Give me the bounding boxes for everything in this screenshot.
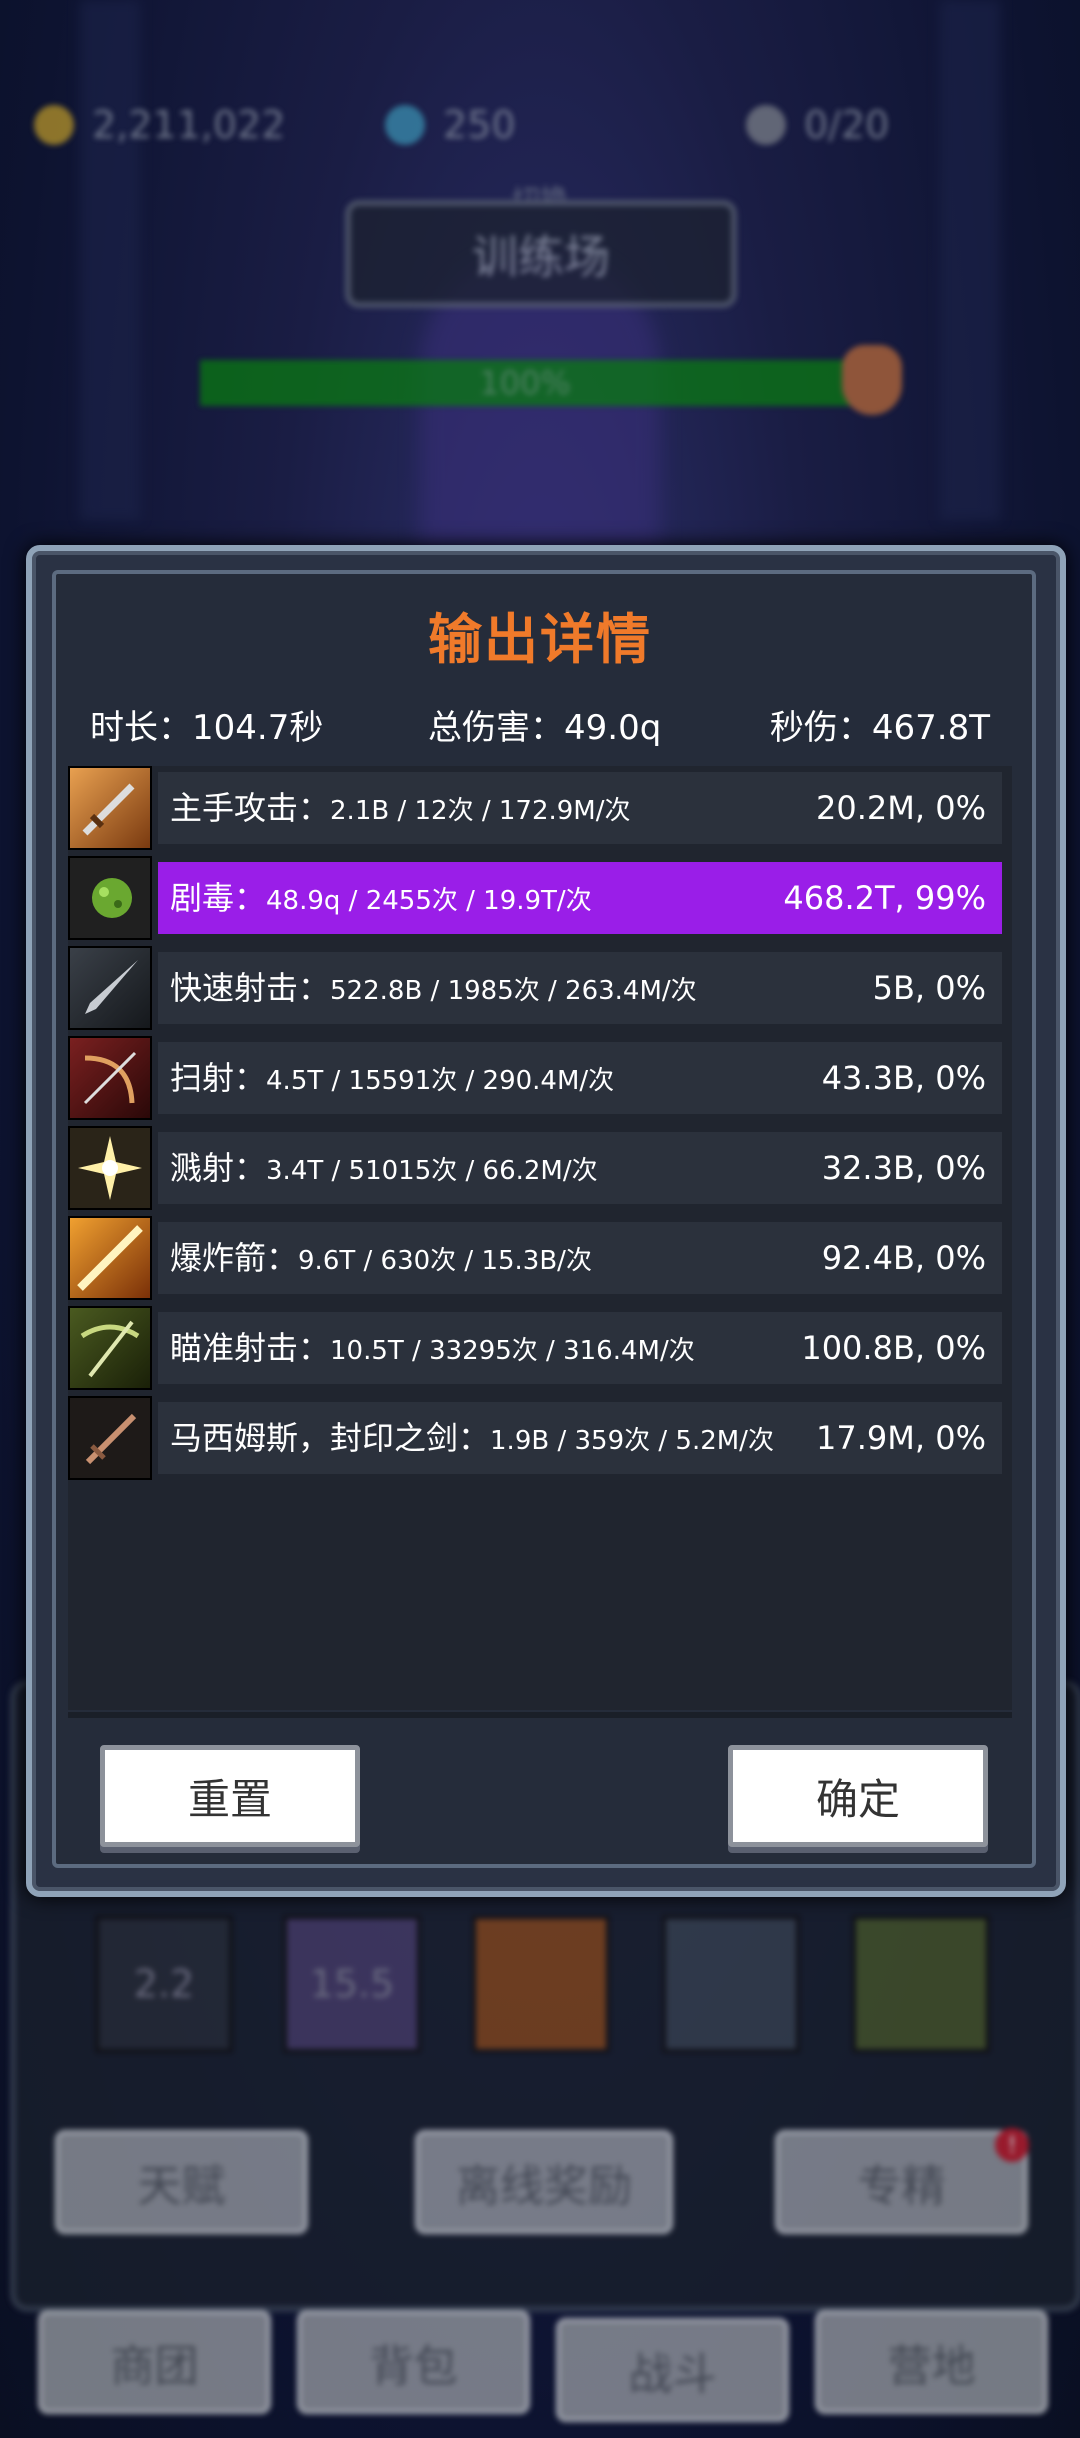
sword-icon: [68, 766, 152, 850]
list-item: 爆炸箭：9.6T / 630次 / 15.3B/次 92.4B, 0%: [68, 1216, 1002, 1300]
total-damage-stat: 总伤害：49.0q: [428, 708, 662, 748]
gem-icon: [385, 105, 425, 145]
key-counter: 0/20: [746, 90, 889, 160]
list-item: 溅射：3.4T / 51015次 / 66.2M/次 32.3B, 0%: [68, 1126, 1002, 1210]
nav-backpack[interactable]: 背包: [297, 2310, 530, 2414]
specialize-button[interactable]: 专精: [775, 2130, 1028, 2234]
skill-slot-5[interactable]: [852, 1915, 990, 2053]
poison-icon: [68, 856, 152, 940]
reset-button[interactable]: 重置: [100, 1745, 360, 1847]
skill-slot-1[interactable]: 2.2: [95, 1915, 233, 2053]
burst-icon: [68, 1126, 152, 1210]
notification-badge: !: [995, 2128, 1029, 2162]
stage-progress-bar: 100%: [200, 360, 850, 406]
stage-switch-button[interactable]: 训练场: [345, 200, 737, 308]
skill-slot-4[interactable]: [662, 1915, 800, 2053]
explosive-arrow-icon: [68, 1216, 152, 1300]
dps-stat: 秒伤：467.8T: [769, 708, 990, 748]
sealed-sword-icon: [68, 1396, 152, 1480]
gold-coin-icon: [34, 105, 74, 145]
list-item: 马西姆斯，封印之剑：1.9B / 359次 / 5.2M/次 17.9M, 0%: [68, 1396, 1002, 1480]
boss-skull-icon: [842, 345, 902, 415]
nav-battle[interactable]: 战斗: [556, 2318, 789, 2422]
list-item: 剧毒：48.9q / 2455次 / 19.9T/次 468.2T, 99%: [68, 856, 1002, 940]
stats-summary: 时长：104.7秒 总伤害：49.0q 秒伤：467.8T: [90, 700, 990, 750]
nav-camp[interactable]: 营地: [815, 2310, 1048, 2414]
bow-icon: [68, 1036, 152, 1120]
list-item: 快速射击：522.8B / 1985次 / 263.4M/次 5B, 0%: [68, 946, 1002, 1030]
arrow-icon: [68, 946, 152, 1030]
dialog-title: 输出详情: [428, 608, 652, 671]
nav-caravan[interactable]: 商团: [38, 2310, 271, 2414]
duration-stat: 时长：104.7秒: [90, 708, 324, 748]
offline-reward-button[interactable]: 离线奖励: [415, 2130, 673, 2234]
list-item: 瞄准射击：10.5T / 33295次 / 316.4M/次 100.8B, 0…: [68, 1306, 1002, 1390]
gem-counter: 250: [385, 90, 516, 160]
confirm-button[interactable]: 确定: [728, 1745, 988, 1847]
crossbow-icon: [68, 1306, 152, 1390]
list-item: 主手攻击：2.1B / 12次 / 172.9M/次 20.2M, 0%: [68, 766, 1002, 850]
dialog-divider: [68, 1712, 1012, 1718]
list-item: 扫射：4.5T / 15591次 / 290.4M/次 43.3B, 0%: [68, 1036, 1002, 1120]
skill-slot-2[interactable]: 15.5: [283, 1915, 421, 2053]
skill-slot-3[interactable]: [472, 1915, 610, 2053]
gold-counter: 2,211,022: [34, 90, 285, 160]
talent-button[interactable]: 天赋: [55, 2130, 308, 2234]
damage-list[interactable]: 主手攻击：2.1B / 12次 / 172.9M/次 20.2M, 0% 剧毒：…: [68, 766, 1012, 1710]
resource-bar: 2,211,022 250 0/20: [0, 90, 1080, 160]
key-icon: [746, 105, 786, 145]
